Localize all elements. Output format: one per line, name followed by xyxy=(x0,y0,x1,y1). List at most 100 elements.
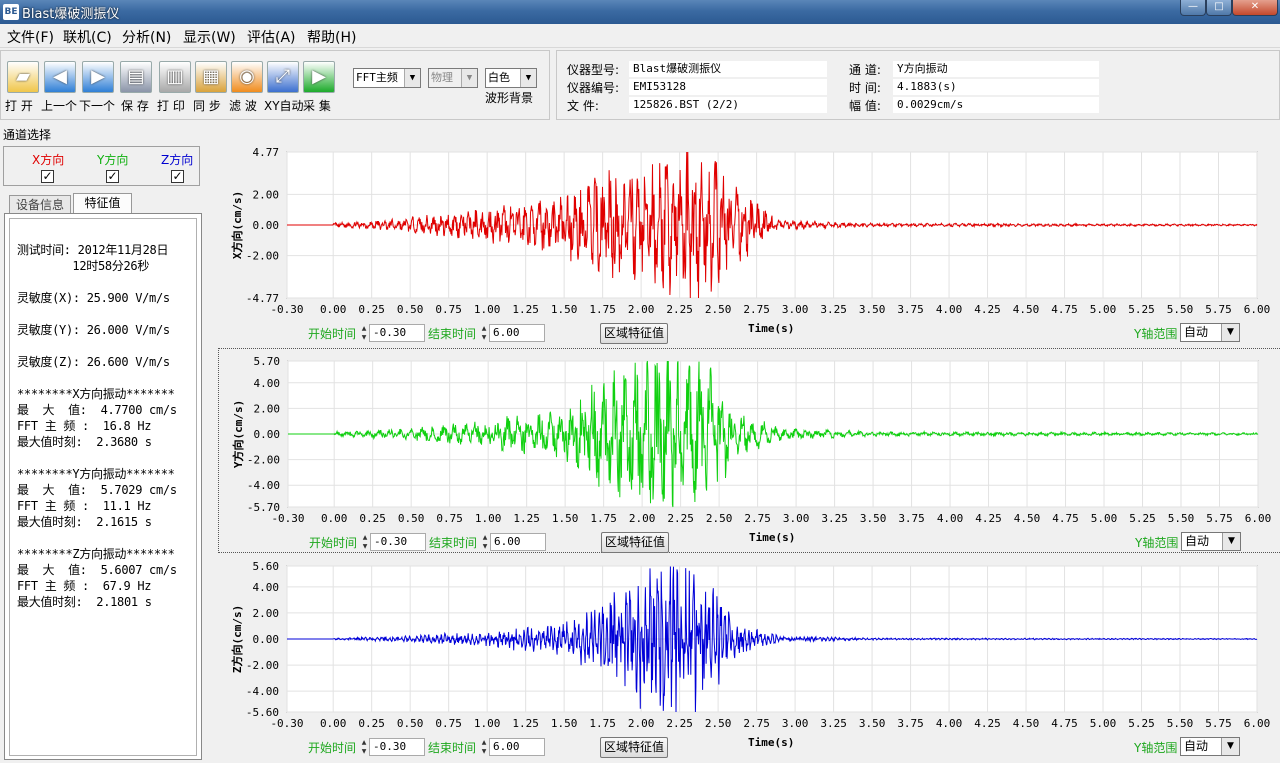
y-range-value: 自动 xyxy=(1184,325,1209,339)
menu-bar: 文件(F) 联机(C) 分析(N) 显示(W) 评估(A) 帮助(H) xyxy=(0,24,1280,48)
end-time-input[interactable]: 6.00 xyxy=(489,324,545,342)
y-tick-label: 5.60 xyxy=(253,560,280,573)
minimize-button[interactable]: — xyxy=(1180,0,1206,16)
x-tick-label: 2.50 xyxy=(705,717,732,730)
filter-icon: ◉ xyxy=(239,66,255,87)
test-time-date: 测试时间: 2012年11月28日 xyxy=(17,243,169,257)
app-icon: BE xyxy=(3,4,19,20)
test-time-clock: 12时58分26秒 xyxy=(17,259,150,273)
arrow-left-button-label: 上一个 xyxy=(41,99,78,113)
maximize-button[interactable]: □ xyxy=(1206,0,1232,16)
x-tick-label: 0.75 xyxy=(435,303,462,316)
printer-icon: ▥ xyxy=(166,66,184,87)
region-features-button[interactable]: 区域特征值 xyxy=(601,532,669,553)
x-tick-label: 5.50 xyxy=(1168,512,1195,525)
y-tick-label: 4.00 xyxy=(254,377,281,390)
sync-icon: ▦ xyxy=(202,66,220,87)
tab-features[interactable]: 特征值 xyxy=(73,193,132,214)
time-label: 时 间: xyxy=(849,81,881,95)
x-tick-label: 1.50 xyxy=(551,303,578,316)
x-tick-label: 1.00 xyxy=(474,303,501,316)
y-range-select[interactable]: 自动 ▼ xyxy=(1180,323,1240,342)
end-time-spinner[interactable]: ▲▼ xyxy=(481,533,489,551)
xy-auto-button-label: XY自动 xyxy=(264,99,304,113)
save-button[interactable]: ▤ xyxy=(120,61,152,93)
menu-file[interactable]: 文件(F) xyxy=(7,27,54,47)
start-time-spinner[interactable]: ▲▼ xyxy=(361,533,369,551)
x-tick-label: 4.50 xyxy=(1014,512,1041,525)
background-select[interactable]: 白色 ▼ xyxy=(485,68,537,88)
x-tick-label: 0.00 xyxy=(320,303,347,316)
arrow-left-button[interactable]: ◀ xyxy=(44,61,76,93)
y-section-header: ********Y方向振动******* xyxy=(17,467,175,481)
play-button[interactable]: ▶ xyxy=(303,61,335,93)
channel-y-label: Y方向 xyxy=(97,153,129,167)
channel-y-checkbox[interactable]: ✓ xyxy=(106,170,119,183)
y-tick-label: 0.00 xyxy=(254,428,281,441)
start-time-input[interactable]: -0.30 xyxy=(369,738,425,756)
end-time-spinner[interactable]: ▲▼ xyxy=(480,324,488,342)
y-range-select[interactable]: 自动 ▼ xyxy=(1180,737,1240,756)
fft-select-value: FFT主频 xyxy=(356,71,398,84)
amplitude-value: 0.0029cm/s xyxy=(893,97,1099,113)
folder-button-label: 打 开 xyxy=(5,99,33,113)
channel-z-checkbox[interactable]: ✓ xyxy=(171,170,184,183)
printer-button[interactable]: ▥ xyxy=(159,61,191,93)
chevron-down-icon: ▼ xyxy=(1221,324,1239,341)
start-time-input[interactable]: -0.30 xyxy=(369,324,425,342)
channel-z-label: Z方向 xyxy=(161,153,194,167)
x-tick-label: 3.75 xyxy=(897,717,924,730)
menu-evaluate[interactable]: 评估(A) xyxy=(247,27,296,47)
x-tick-label: 0.50 xyxy=(398,512,425,525)
end-time-label: 结束时间 xyxy=(428,327,477,341)
tab-device-info[interactable]: 设备信息 xyxy=(9,195,71,214)
y-range-label: Y轴范围 xyxy=(1134,741,1178,755)
start-time-input[interactable]: -0.30 xyxy=(370,533,426,551)
x-tick-label: 6.00 xyxy=(1245,512,1272,525)
waveform-chart-y[interactable]: -0.30 0.00 0.25 0.50 0.75 1.00 1.25 1.50 1.75 2.0… xyxy=(219,349,1280,539)
background-label: 波形背景 xyxy=(485,91,534,105)
region-features-button[interactable]: 区域特征值 xyxy=(600,323,668,344)
end-time-input[interactable]: 6.00 xyxy=(489,738,545,756)
start-time-spinner[interactable]: ▲▼ xyxy=(360,324,368,342)
x-tick-label: 1.00 xyxy=(474,717,501,730)
start-time-label: 开始时间 xyxy=(308,327,357,341)
xy-auto-button[interactable]: ⤢ xyxy=(267,61,299,93)
menu-analyze[interactable]: 分析(N) xyxy=(122,27,171,47)
filter-button[interactable]: ◉ xyxy=(231,61,263,93)
end-time-spinner[interactable]: ▲▼ xyxy=(480,738,488,756)
fft-select[interactable]: FFT主频 ▼ xyxy=(353,68,421,88)
x-tick-label: 5.75 xyxy=(1206,512,1233,525)
physical-select[interactable]: 物理 ▼ xyxy=(428,68,478,88)
window-title: Blast爆破测振仪 xyxy=(22,7,120,22)
folder-icon: ▰ xyxy=(16,66,30,87)
folder-button[interactable]: ▰ xyxy=(7,61,39,93)
region-features-button[interactable]: 区域特征值 xyxy=(600,737,668,758)
xy-auto-icon: ⤢ xyxy=(275,66,291,87)
waveform-chart-x[interactable]: -0.30 0.00 0.25 0.50 0.75 1.00 1.25 1.50 1.75 2.0… xyxy=(218,140,1280,330)
x-tick-label: 0.75 xyxy=(436,512,463,525)
waveform-chart-z[interactable]: -0.30 0.00 0.25 0.50 0.75 1.00 1.25 1.50 1.75 2.0… xyxy=(218,554,1280,744)
x-tick-label: 3.00 xyxy=(782,717,809,730)
x-tick-label: 3.25 xyxy=(820,717,847,730)
start-time-spinner[interactable]: ▲▼ xyxy=(360,738,368,756)
z-max-value: 最 大 值: 5.6007 cm/s xyxy=(17,563,177,577)
y-range-select[interactable]: 自动 ▼ xyxy=(1181,532,1241,551)
x-tick-label: 4.25 xyxy=(974,717,1001,730)
x-tick-label: 3.75 xyxy=(897,303,924,316)
background-select-value: 白色 xyxy=(488,71,510,84)
menu-help[interactable]: 帮助(H) xyxy=(307,27,356,47)
z-fft-frequency: FFT 主 频 : 67.9 Hz xyxy=(17,579,152,593)
arrow-right-button[interactable]: ▶ xyxy=(82,61,114,93)
channel-value: Y方向振动 xyxy=(893,61,1099,77)
end-time-input[interactable]: 6.00 xyxy=(490,533,546,551)
menu-connect[interactable]: 联机(C) xyxy=(63,27,112,47)
y-tick-label: 0.00 xyxy=(253,633,280,646)
x-tick-label: 1.00 xyxy=(475,512,502,525)
close-button[interactable]: ✕ xyxy=(1232,0,1278,16)
channel-x-checkbox[interactable]: ✓ xyxy=(41,170,54,183)
sync-button[interactable]: ▦ xyxy=(195,61,227,93)
y-tick-label: 5.70 xyxy=(254,355,281,368)
menu-display[interactable]: 显示(W) xyxy=(183,27,236,47)
channel-x-label: X方向 xyxy=(32,153,65,167)
